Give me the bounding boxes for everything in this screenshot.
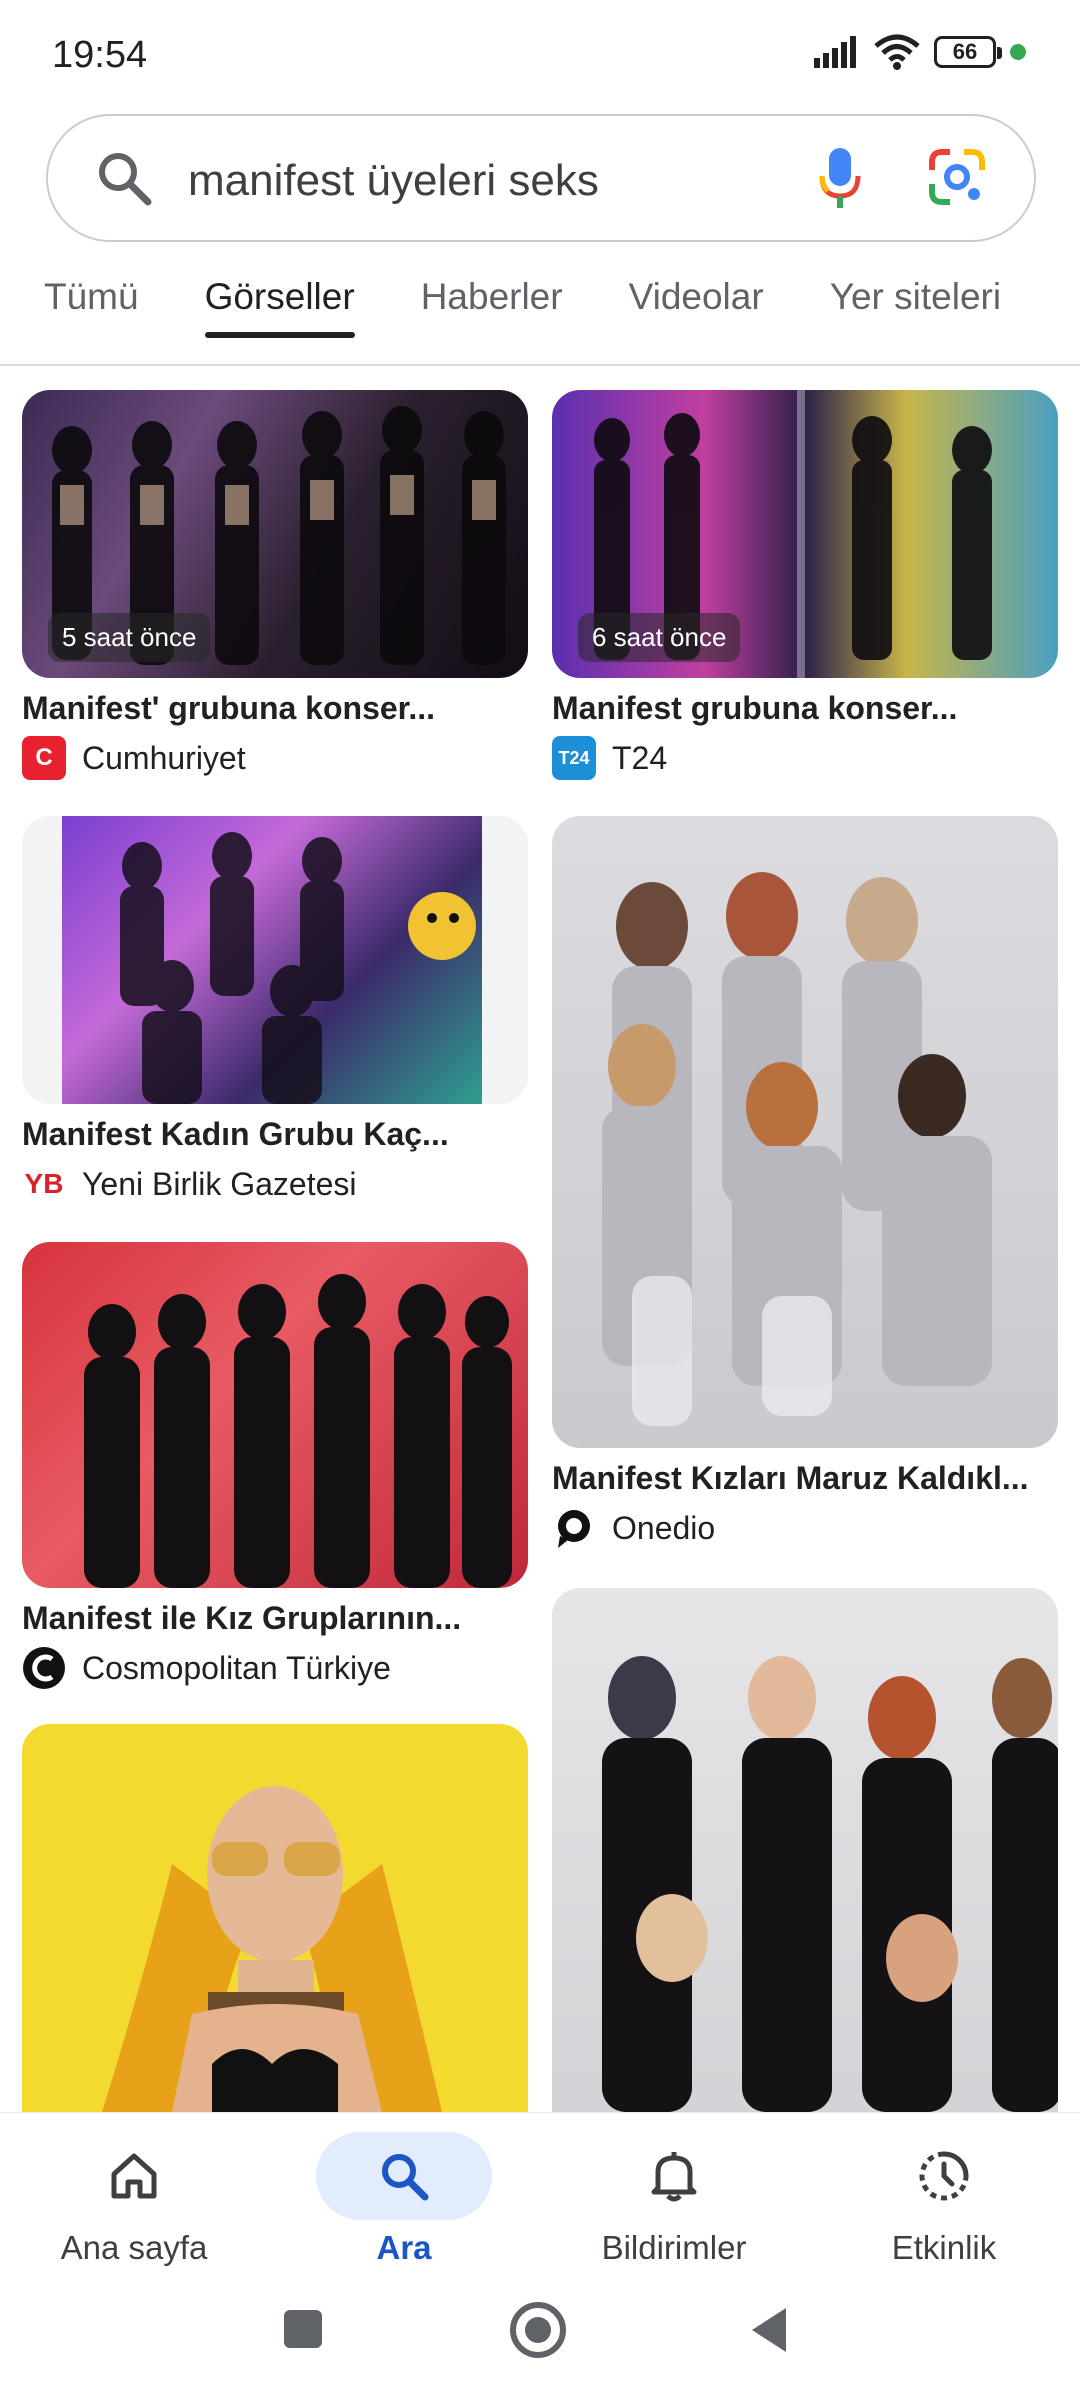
search-input[interactable]: manifest üyeleri seks: [188, 156, 599, 206]
result-title[interactable]: Manifest ile Kız Gruplarının...: [22, 1600, 528, 1637]
cumhuriyet-favicon: C: [22, 736, 66, 780]
active-indicator: [316, 2132, 492, 2220]
group-photo: [602, 872, 992, 1426]
signal-icon: [814, 36, 856, 68]
result-source[interactable]: YB Yeni Birlik Gazetesi: [22, 1162, 357, 1206]
result-image[interactable]: [552, 1588, 1058, 2148]
tab-places[interactable]: Yer siteleri: [830, 262, 1001, 364]
battery-icon: 66: [934, 36, 1002, 68]
onedio-favicon: [558, 1510, 590, 1548]
tab-images[interactable]: Görseller: [204, 262, 355, 364]
home-button[interactable]: [510, 2302, 566, 2358]
yeni-birlik-favicon: YB: [24, 1168, 64, 1199]
back-button[interactable]: [748, 2306, 788, 2354]
nav-label: Bildirimler: [601, 2229, 747, 2266]
search-tabs: Tümü Görseller Haberler Videolar Yer sit…: [0, 262, 1080, 366]
portrait-photo: [102, 1786, 442, 2112]
image-result[interactable]: Manifest Kadın Grubu Kaç... YB Yeni Birl…: [22, 816, 528, 1216]
image-content: [62, 816, 482, 1104]
result-source[interactable]: Onedio: [552, 1506, 715, 1550]
image-result[interactable]: [22, 1724, 528, 2144]
source-name: T24: [612, 739, 668, 776]
nav-label: Ara: [376, 2229, 432, 2266]
status-bar: 19:54 66: [0, 0, 1080, 110]
image-result[interactable]: Manifest Kızları Maruz Kaldıkl... Onedio: [552, 816, 1058, 1556]
source-name: Yeni Birlik Gazetesi: [82, 1165, 357, 1202]
result-title[interactable]: Manifest' grubuna konser...: [22, 690, 528, 727]
source-name: Onedio: [612, 1509, 716, 1546]
time-badge: 6 saat önce: [578, 613, 741, 662]
result-image[interactable]: [22, 816, 528, 1104]
home-icon: [111, 2153, 157, 2199]
source-name: Cumhuriyet: [82, 739, 246, 776]
cosmopolitan-favicon: [23, 1647, 65, 1689]
nav-notifications[interactable]: Bildirimler: [574, 2131, 774, 2267]
tab-news[interactable]: Haberler: [421, 262, 563, 364]
result-title[interactable]: Manifest Kadın Grubu Kaç...: [22, 1116, 528, 1153]
wifi-icon: [874, 34, 920, 70]
result-title[interactable]: Manifest Kızları Maruz Kaldıkl...: [552, 1460, 1058, 1497]
tab-all[interactable]: Tümü: [44, 262, 139, 364]
result-source[interactable]: T24 T24: [552, 736, 667, 780]
nav-activity[interactable]: Etkinlik: [844, 2131, 1044, 2267]
status-icons: 66: [814, 34, 1026, 70]
group-photo: [602, 1656, 1058, 2112]
microphone-icon[interactable]: [818, 146, 862, 212]
result-source[interactable]: Cosmopolitan Türkiye: [22, 1646, 391, 1690]
image-result[interactable]: 6 saat önce Manifest grubuna konser... T…: [552, 390, 1058, 790]
search-icon: [99, 153, 152, 206]
source-name: Cosmopolitan Türkiye: [82, 1649, 391, 1686]
image-result[interactable]: 5 saat önce Manifest' grubuna konser... …: [22, 390, 528, 790]
recent-apps-button[interactable]: [284, 2310, 322, 2348]
result-title[interactable]: Manifest grubuna konser...: [552, 690, 1058, 727]
result-image[interactable]: [22, 1242, 528, 1588]
google-lens-icon[interactable]: [928, 148, 986, 206]
group-photo: [84, 1274, 512, 1588]
privacy-indicator: [1010, 44, 1026, 60]
tab-videos[interactable]: Videolar: [629, 262, 764, 364]
activity-history-icon: [919, 2151, 969, 2201]
system-navigation-bar: [0, 2280, 1080, 2384]
image-result[interactable]: Manifest ile Kız Gruplarının... Cosmopol…: [22, 1242, 528, 1689]
image-result[interactable]: [552, 1588, 1058, 2148]
result-image[interactable]: [22, 1724, 528, 2144]
nav-label: Ana sayfa: [60, 2229, 208, 2266]
result-source[interactable]: C Cumhuriyet: [22, 736, 246, 780]
time-badge: 5 saat önce: [48, 613, 211, 662]
nav-label: Etkinlik: [891, 2229, 997, 2266]
search-bar[interactable]: manifest üyeleri seks: [46, 114, 1036, 242]
t24-favicon: T24: [552, 736, 596, 780]
nav-search[interactable]: Ara: [304, 2131, 504, 2267]
nav-home[interactable]: Ana sayfa: [34, 2131, 234, 2267]
bell-icon: [651, 2152, 697, 2202]
home-button-dot: [525, 2317, 551, 2343]
result-image[interactable]: [552, 816, 1058, 1448]
result-image[interactable]: 6 saat önce: [552, 390, 1058, 678]
result-image[interactable]: 5 saat önce: [22, 390, 528, 678]
clock: 19:54: [52, 34, 148, 76]
search-icon: [382, 2154, 429, 2201]
